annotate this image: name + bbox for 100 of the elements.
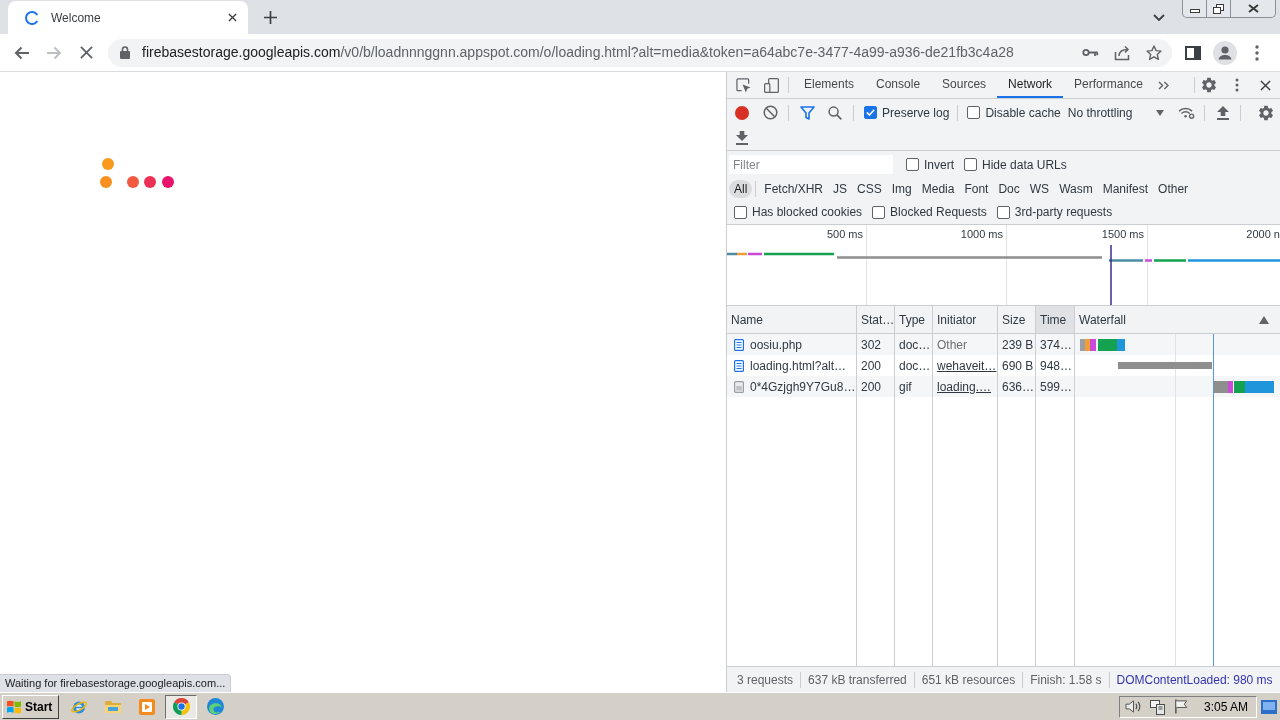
- column-header[interactable]: Type: [895, 306, 932, 334]
- devtools-tab[interactable]: Elements: [793, 72, 866, 98]
- caret-down-icon: [1155, 109, 1164, 116]
- status-text: Waiting for firebasestorage.googleapis.com...: [0, 674, 232, 692]
- tick-label: 1500 ms: [1101, 228, 1144, 241]
- settings-icon[interactable]: [1257, 103, 1275, 122]
- column-header[interactable]: Time: [1036, 306, 1074, 334]
- checkbox-label: 3rd-party requests: [1014, 204, 1113, 221]
- profile-avatar-icon[interactable]: [1213, 40, 1237, 65]
- clock-text[interactable]: 3:05 AM: [1203, 697, 1248, 716]
- checkmark-icon: [866, 109, 875, 116]
- share-icon[interactable]: [1114, 44, 1130, 61]
- search-icon[interactable]: [828, 105, 842, 120]
- star-icon[interactable]: [1146, 44, 1162, 61]
- table-cell: 239 B: [998, 334, 1035, 355]
- back-arrow-icon[interactable]: [14, 44, 30, 61]
- file-name: loading.html?alt…: [750, 357, 847, 375]
- summary-text: 637 kB transferred: [801, 671, 915, 688]
- type-filter[interactable]: Doc: [993, 180, 1025, 198]
- type-filter[interactable]: All: [729, 180, 753, 198]
- vertical-dots-icon[interactable]: [1255, 44, 1259, 61]
- summary-text: Finish: 1.58 s: [1023, 671, 1110, 688]
- table-cell: gif: [895, 376, 932, 397]
- wifi-settings-icon[interactable]: [1178, 106, 1196, 119]
- checkbox-label: Invert: [924, 156, 954, 174]
- x-icon[interactable]: [79, 46, 93, 59]
- type-filter[interactable]: Img: [886, 180, 917, 198]
- upload-icon[interactable]: [1216, 105, 1229, 120]
- name-cell[interactable]: oosiu.php: [727, 334, 856, 355]
- inspect-cursor-icon[interactable]: [735, 77, 751, 93]
- type-filter[interactable]: Other: [1153, 180, 1194, 198]
- checkbox[interactable]: [906, 158, 919, 171]
- tricolor-circle-icon[interactable]: [172, 698, 190, 715]
- checkbox[interactable]: [872, 205, 886, 219]
- desktop-icon[interactable]: [1261, 699, 1277, 714]
- type-filter[interactable]: Media: [916, 180, 960, 198]
- chevrons-right-icon[interactable]: [1157, 80, 1169, 90]
- browser-tab[interactable]: Welcome: [8, 1, 248, 34]
- filter-input[interactable]: Filter: [729, 155, 893, 174]
- document-icon: [734, 338, 744, 351]
- table-cell[interactable]: loading.…: [933, 376, 997, 397]
- type-filter[interactable]: CSS: [852, 180, 887, 198]
- settings-icon[interactable]: [1200, 76, 1218, 94]
- type-filter[interactable]: Wasm: [1054, 180, 1098, 198]
- close-icon[interactable]: [228, 13, 237, 22]
- column-header[interactable]: Size: [998, 306, 1035, 334]
- column-header[interactable]: Stat…: [857, 306, 894, 334]
- four-color-flag-icon: [6, 699, 22, 714]
- devices-icon[interactable]: [763, 77, 779, 93]
- timing-bar: [1080, 338, 1125, 351]
- speaker-icon[interactable]: [1124, 699, 1142, 714]
- type-filter[interactable]: WS: [1024, 180, 1055, 198]
- type-filter[interactable]: Font: [959, 180, 994, 198]
- download-icon[interactable]: [736, 131, 748, 145]
- column-header[interactable]: Initiator: [933, 306, 997, 334]
- table-cell: 302: [857, 334, 894, 355]
- side-panel-icon[interactable]: [1185, 45, 1201, 60]
- column-header[interactable]: Waterfall: [1075, 306, 1280, 334]
- chevron-down-icon[interactable]: [1153, 13, 1165, 21]
- devtools-tab[interactable]: Performance: [1063, 72, 1154, 98]
- checkbox[interactable]: [967, 106, 981, 119]
- tick-label: 1000 ms: [960, 228, 1003, 241]
- type-filter[interactable]: Fetch/XHR: [759, 180, 829, 198]
- table-cell: 599…: [1036, 376, 1074, 397]
- devtools-tab[interactable]: Sources: [931, 72, 998, 98]
- lock-icon: [120, 46, 130, 59]
- file-icon: [734, 380, 744, 393]
- table-cell: Other: [933, 334, 997, 355]
- key-icon[interactable]: [1081, 48, 1099, 57]
- checkbox[interactable]: [734, 205, 747, 219]
- file-name: 0*4Gzjgh9Y7Gu8…: [750, 378, 856, 396]
- close-icon[interactable]: [1259, 79, 1271, 91]
- checkbox-label: Blocked Requests: [890, 204, 987, 221]
- tick-label: 2000 n: [1246, 228, 1280, 241]
- network-computer-icon[interactable]: [1149, 698, 1166, 715]
- document-icon: [734, 359, 744, 372]
- throttling-select[interactable]: No throttling: [1067, 102, 1167, 123]
- type-filter[interactable]: Manifest: [1097, 180, 1154, 198]
- checkbox[interactable]: [864, 106, 877, 119]
- table-cell: 636…: [998, 376, 1035, 397]
- checkbox[interactable]: [964, 158, 977, 171]
- summary-text: 3 requests: [730, 671, 802, 688]
- filter-icon[interactable]: [799, 105, 815, 120]
- taskbar-button[interactable]: [165, 694, 197, 719]
- block-icon[interactable]: [762, 105, 778, 120]
- flag-icon[interactable]: [1173, 699, 1189, 714]
- table-cell: 200: [857, 376, 894, 397]
- summary-text: 651 kB resources: [914, 671, 1024, 688]
- plus-icon[interactable]: [264, 10, 277, 24]
- vertical-dots-icon[interactable]: [1235, 78, 1239, 92]
- checkbox-label: Has blocked cookies: [752, 204, 863, 221]
- devtools-tab[interactable]: Console: [865, 72, 932, 98]
- start-button[interactable]: Start: [2, 694, 59, 719]
- checkbox[interactable]: [996, 205, 1010, 219]
- type-filter[interactable]: JS: [828, 180, 853, 198]
- minimize-icon: [1189, 8, 1200, 13]
- name-cell[interactable]: 0*4Gzjgh9Y7Gu8…: [727, 376, 856, 397]
- address-bar[interactable]: firebasestorage.googleapis.com/v0/b/loadnnnggnn.appspot.com/o/loading.html?alt=media&token=a64abc7e-3477-4a99-a936-de21fb3c4a28: [108, 38, 1172, 67]
- record-icon[interactable]: [735, 105, 749, 120]
- column-header[interactable]: Name: [727, 306, 856, 334]
